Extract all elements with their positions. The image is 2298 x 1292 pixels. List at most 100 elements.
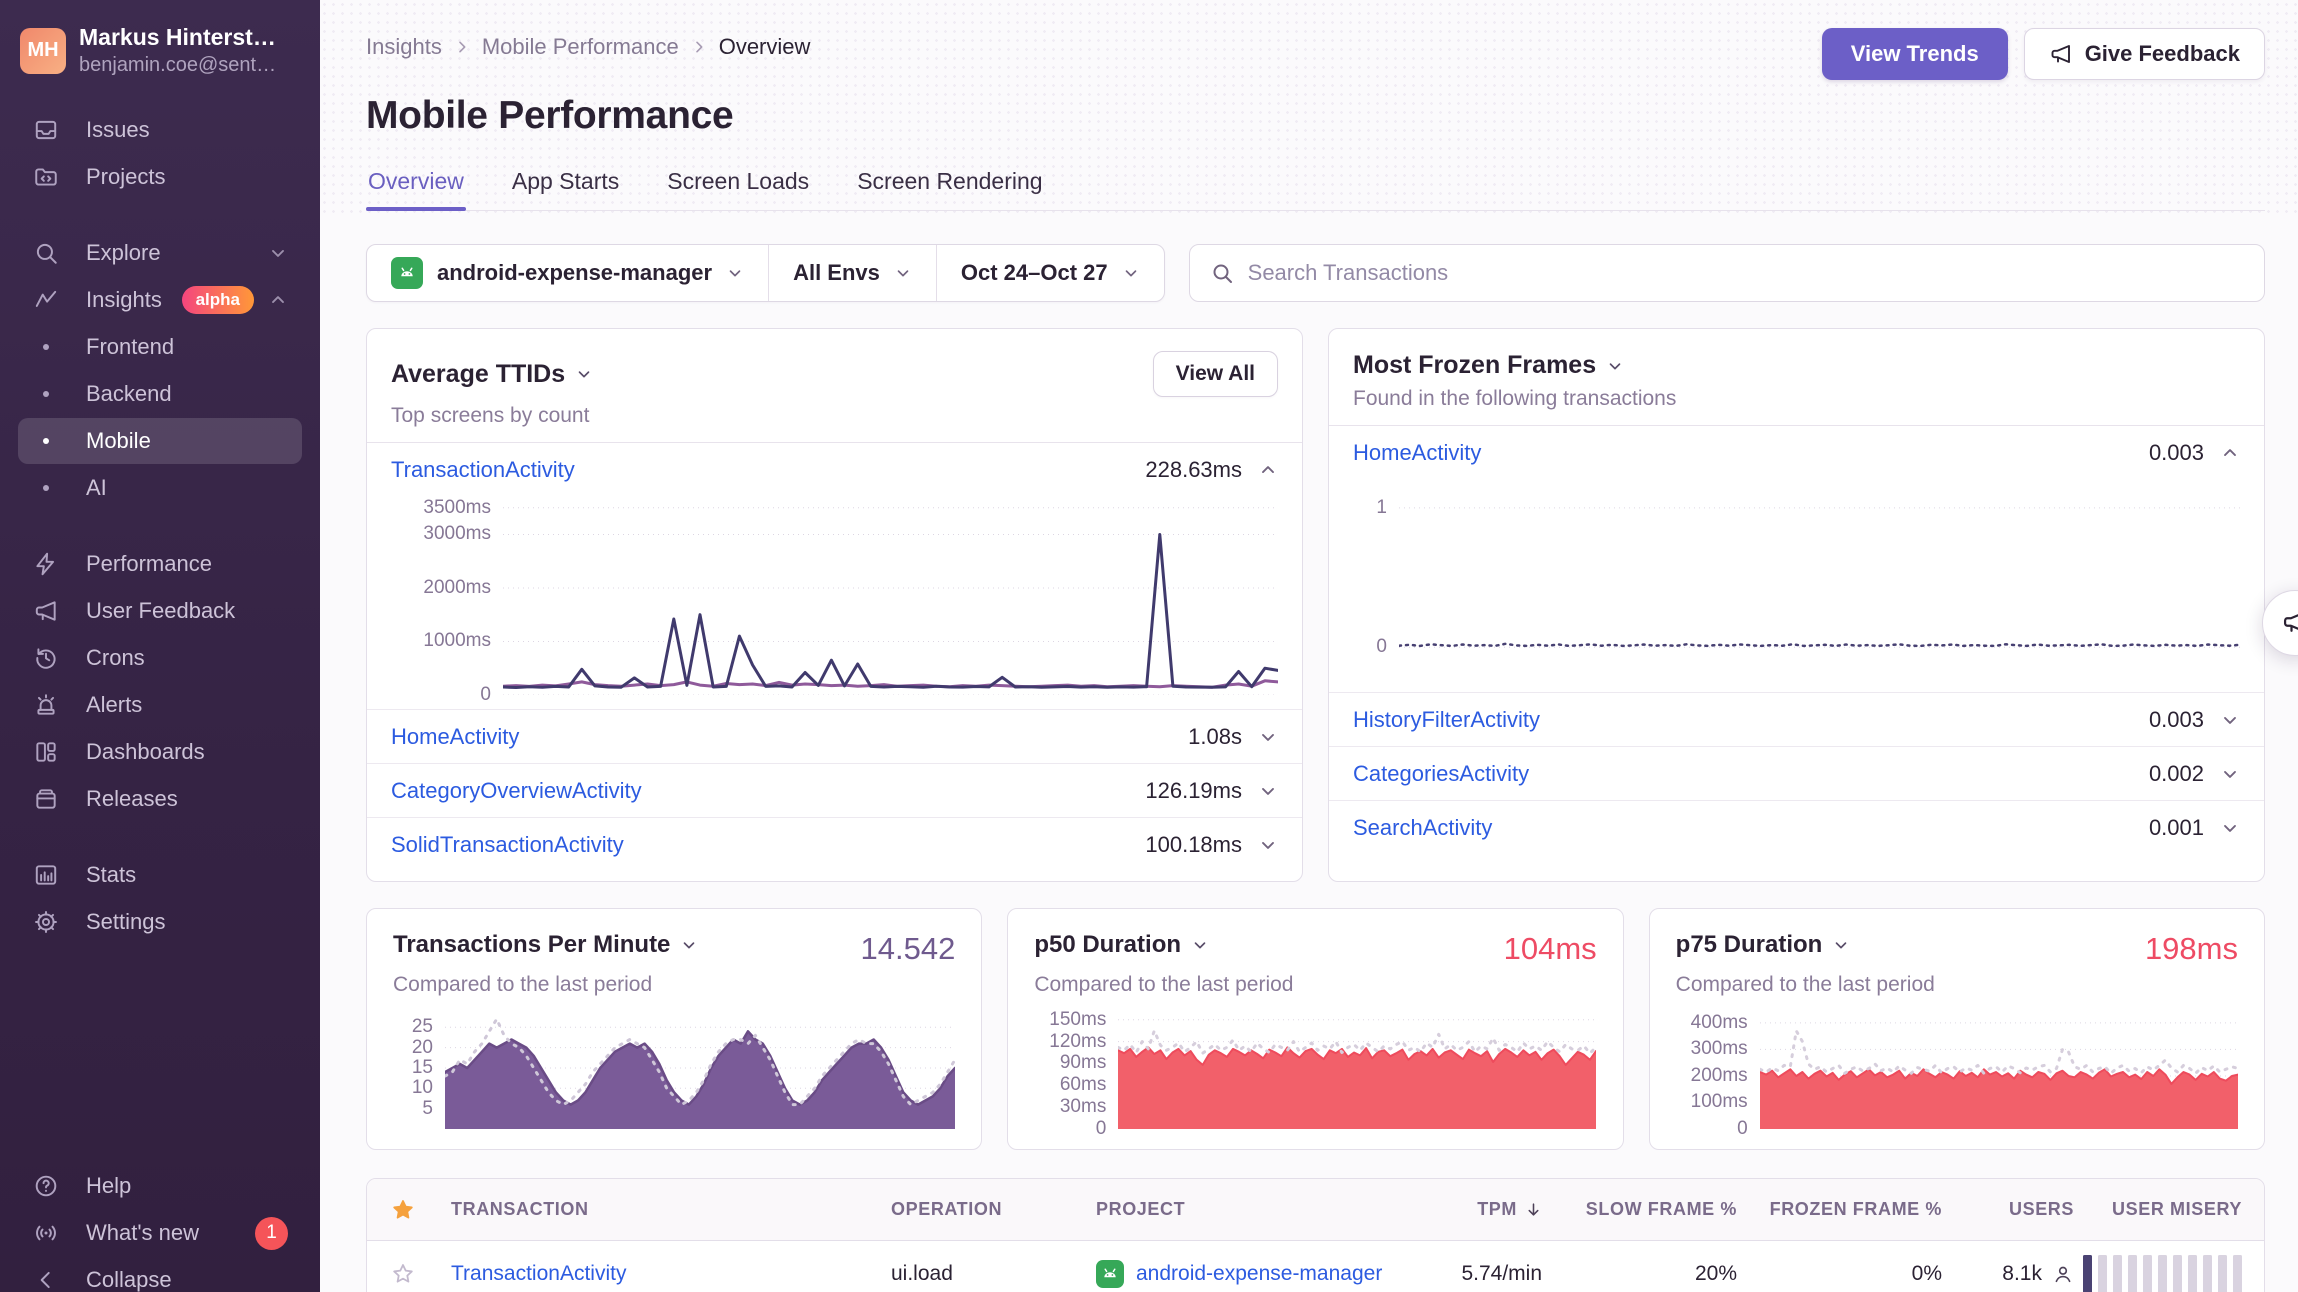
sidebar-item-explore[interactable]: Explore	[18, 230, 302, 276]
p75-chart	[1760, 1011, 2238, 1129]
sidebar-item-projects[interactable]: Projects	[18, 154, 302, 200]
column-header-frozen-frame-[interactable]: Frozen Frame %	[1737, 1199, 1942, 1220]
transaction-link[interactable]: TransactionActivity	[451, 1262, 626, 1286]
chevron-down-icon[interactable]	[2220, 764, 2240, 784]
card-value: 198ms	[2145, 931, 2238, 967]
star-filled-icon[interactable]	[391, 1198, 451, 1222]
sidebar-item-backend[interactable]: Backend	[18, 371, 302, 417]
sidebar-item-insights[interactable]: Insightsalpha	[18, 277, 302, 323]
megaphone-icon	[2281, 608, 2298, 639]
view-trends-button[interactable]: View Trends	[1822, 28, 2008, 80]
sidebar-item-issues[interactable]: Issues	[18, 107, 302, 153]
sidebar-item-crons[interactable]: Crons	[18, 635, 302, 681]
sidebar-item-settings[interactable]: Settings	[18, 899, 302, 945]
most-frozen-frames-dropdown[interactable]: Most Frozen Frames	[1353, 351, 1624, 380]
transaction-link[interactable]: CategoriesActivity	[1353, 761, 1529, 787]
average-ttids-dropdown[interactable]: Average TTIDs	[391, 360, 593, 389]
alpha-badge: alpha	[182, 286, 254, 314]
broadcast-icon	[18, 1220, 74, 1246]
panel-subtitle: Found in the following transactions	[1353, 387, 2240, 411]
sidebar-item-collapse[interactable]: Collapse	[18, 1257, 302, 1292]
user-name: Markus Hinterst…	[79, 24, 276, 51]
megaphone-icon	[2049, 42, 2073, 66]
view-all-button[interactable]: View All	[1153, 351, 1278, 397]
help-icon	[18, 1173, 74, 1199]
chevron-down-icon[interactable]	[2220, 710, 2240, 730]
avatar: MH	[20, 28, 66, 74]
chevron-down-icon	[268, 243, 288, 263]
chevron-down-icon[interactable]	[1258, 835, 1278, 855]
environment-filter[interactable]: All Envs	[768, 245, 936, 301]
project-filter[interactable]: android-expense-manager	[367, 245, 768, 301]
chevron-down-icon[interactable]	[1258, 727, 1278, 747]
sidebar-nav: IssuesProjects ExploreInsightsalphaFronte…	[0, 107, 320, 945]
sidebar-item-label: Mobile	[86, 428, 151, 454]
panel-row-homeactivity: HomeActivity0.003	[1329, 426, 2264, 480]
transaction-link[interactable]: TransactionActivity	[391, 457, 575, 483]
panel-row-categoriesactivity: CategoriesActivity0.002	[1329, 746, 2264, 800]
sidebar-item-dashboards[interactable]: Dashboards	[18, 729, 302, 775]
chevron-down-icon[interactable]	[2220, 818, 2240, 838]
card-value: 14.542	[861, 931, 956, 967]
chevron-right-icon	[691, 39, 707, 55]
card-metric-dropdown[interactable]: p75 Duration	[1676, 931, 1851, 959]
column-header-tpm[interactable]: TPM	[1392, 1199, 1542, 1220]
transaction-link[interactable]: CategoryOverviewActivity	[391, 778, 642, 804]
tab-screen-loads[interactable]: Screen Loads	[665, 162, 811, 210]
star-icon[interactable]	[391, 1262, 415, 1286]
breadcrumb-overview: Overview	[719, 34, 811, 60]
main-content: Insights Mobile Performance Overview View …	[320, 0, 2298, 1292]
user-email: benjamin.coe@sent…	[79, 54, 276, 77]
date-range-filter[interactable]: Oct 24–Oct 27	[936, 245, 1164, 301]
column-header-slow-frame-[interactable]: Slow Frame %	[1542, 1199, 1737, 1220]
y-axis-labels: 252015105	[393, 1011, 445, 1129]
chevron-up-icon[interactable]	[1258, 460, 1278, 480]
lightning-icon	[18, 551, 74, 577]
user-menu[interactable]: MH Markus Hinterst… benjamin.coe@sent…	[0, 0, 320, 97]
sidebar-item-label: Help	[86, 1173, 131, 1199]
card-metric-dropdown[interactable]: Transactions Per Minute	[393, 931, 698, 959]
projects-icon	[18, 164, 74, 190]
sidebar-item-user-feedback[interactable]: User Feedback	[18, 588, 302, 634]
transaction-link[interactable]: HomeActivity	[1353, 440, 1481, 466]
sidebar-item-ai[interactable]: AI	[18, 465, 302, 511]
card-metric-dropdown[interactable]: p50 Duration	[1034, 931, 1209, 959]
chevron-up-icon[interactable]	[2220, 443, 2240, 463]
sidebar-item-stats[interactable]: Stats	[18, 852, 302, 898]
tab-overview[interactable]: Overview	[366, 162, 466, 210]
transaction-link[interactable]: HistoryFilterActivity	[1353, 707, 1540, 733]
chevron-down-icon	[1606, 357, 1624, 375]
chevron-right-icon	[454, 39, 470, 55]
transaction-link[interactable]: HomeActivity	[391, 724, 519, 750]
column-header-project[interactable]: Project	[1096, 1199, 1392, 1220]
column-header-users[interactable]: Users	[1942, 1199, 2074, 1220]
breadcrumb-mobile-performance[interactable]: Mobile Performance	[482, 34, 679, 60]
give-feedback-button[interactable]: Give Feedback	[2024, 28, 2265, 80]
card-subtitle: Compared to the last period	[1676, 973, 2238, 997]
sidebar-item-help[interactable]: Help	[18, 1163, 302, 1209]
bullet-icon	[18, 344, 74, 350]
chevron-down-icon[interactable]	[1258, 781, 1278, 801]
sidebar-item-alerts[interactable]: Alerts	[18, 682, 302, 728]
column-header-transaction[interactable]: Transaction	[451, 1199, 891, 1220]
transaction-link[interactable]: SearchActivity	[1353, 815, 1492, 841]
tab-screen-rendering[interactable]: Screen Rendering	[855, 162, 1044, 210]
bullet-icon	[18, 391, 74, 397]
breadcrumb-insights[interactable]: Insights	[366, 34, 442, 60]
notification-badge: 1	[255, 1217, 288, 1250]
sidebar-item-releases[interactable]: Releases	[18, 776, 302, 822]
column-header-operation[interactable]: Operation	[891, 1199, 1096, 1220]
average-ttids-panel: Average TTIDs View All Top screens by co…	[366, 328, 1303, 882]
tab-app-starts[interactable]: App Starts	[510, 162, 621, 210]
column-header-user-misery[interactable]: User Misery	[2074, 1199, 2242, 1220]
transaction-link[interactable]: SolidTransactionActivity	[391, 832, 624, 858]
sidebar-item-mobile[interactable]: Mobile	[18, 418, 302, 464]
operation-cell: ui.load	[891, 1262, 1096, 1286]
sidebar-item-what-s-new[interactable]: What's new1	[18, 1210, 302, 1256]
row-value: 228.63ms	[1145, 457, 1242, 483]
sidebar-item-frontend[interactable]: Frontend	[18, 324, 302, 370]
sidebar-item-performance[interactable]: Performance	[18, 541, 302, 587]
search-input[interactable]	[1248, 260, 2244, 286]
panel-row-homeactivity: HomeActivity1.08s	[367, 709, 1302, 763]
project-link[interactable]: android-expense-manager	[1136, 1262, 1382, 1286]
